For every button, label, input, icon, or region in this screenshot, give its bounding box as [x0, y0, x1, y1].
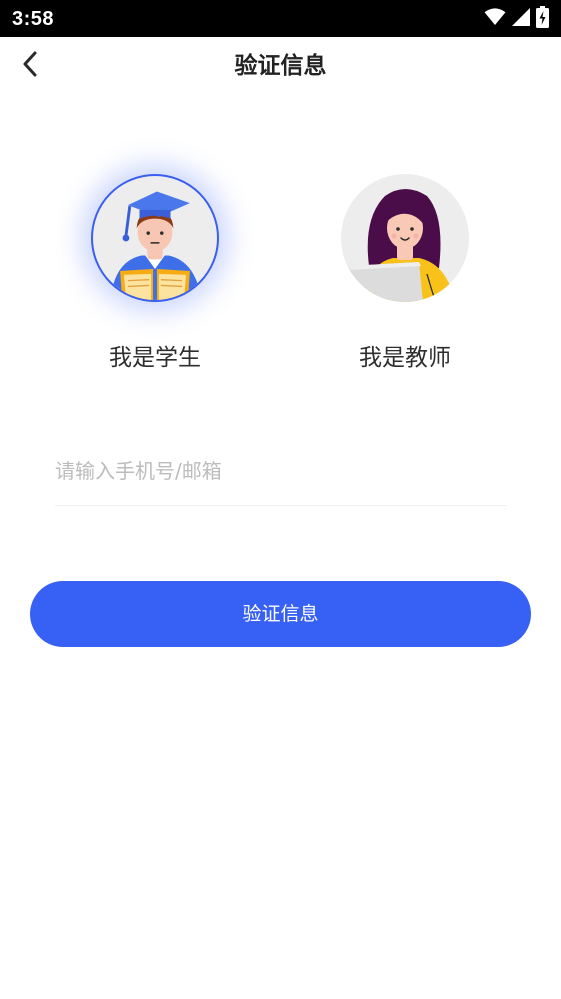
avatar-wrapper [337, 170, 473, 306]
verify-button[interactable]: 验证信息 [30, 581, 531, 647]
role-label-teacher: 我是教师 [359, 345, 451, 371]
status-time: 3:58 [12, 8, 55, 30]
role-label-student: 我是学生 [109, 345, 201, 371]
battery-charging-icon [536, 6, 549, 32]
page-title: 验证信息 [234, 53, 327, 79]
student-avatar [91, 174, 219, 302]
status-icons [484, 6, 549, 32]
account-input[interactable] [55, 447, 507, 495]
nav-bar: 验证信息 [0, 37, 561, 95]
wifi-icon [484, 8, 506, 30]
account-field [55, 447, 507, 506]
avatar-wrapper [87, 170, 223, 306]
role-option-teacher[interactable]: 我是教师 [335, 170, 475, 374]
status-bar: 3:58 [0, 0, 561, 37]
teacher-avatar [341, 174, 469, 302]
role-option-student[interactable]: 我是学生 [85, 170, 225, 374]
signal-icon [512, 8, 530, 30]
